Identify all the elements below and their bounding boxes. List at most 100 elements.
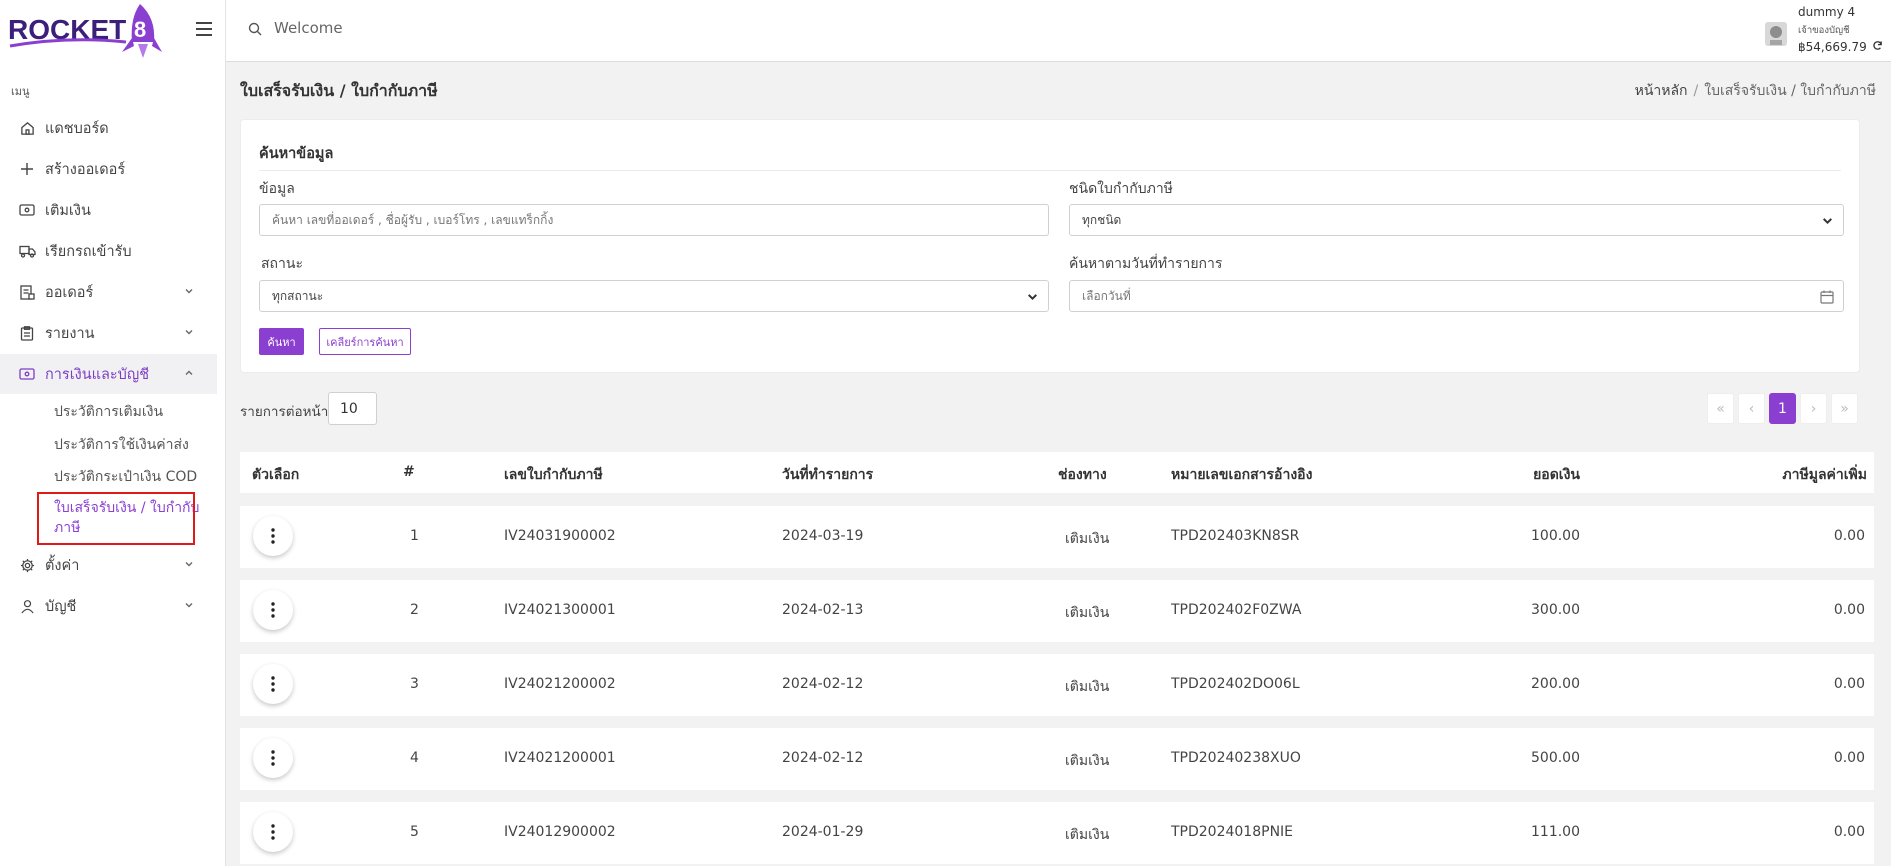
cell-amount: 500.00	[1531, 750, 1580, 766]
sidebar-subitem-shipping-history[interactable]: ประวัติการใช้เงินค่าส่ง	[54, 434, 189, 456]
svg-text:8: 8	[134, 17, 146, 42]
sidebar-item-label: ออเดอร์	[45, 284, 94, 301]
cell-channel: เติมเงิน	[1065, 605, 1110, 621]
sidebar-item-account[interactable]: บัญชี	[0, 586, 217, 626]
sidebar-item-label: เติมเงิน	[45, 202, 91, 219]
sidebar-item-dashboard[interactable]: แดชบอร์ด	[0, 108, 217, 148]
breadcrumb-current: ใบเสร็จรับเงิน / ใบกำกับภาษี	[1704, 83, 1876, 99]
tax-type-value: ทุกชนิด	[1082, 212, 1122, 227]
table-row: 5 IV24012900002 2024-01-29 เติมเงิน TPD2…	[240, 802, 1874, 864]
cell-date: 2024-02-12	[782, 750, 864, 766]
row-options-button[interactable]	[253, 590, 293, 630]
tax-type-select[interactable]: ทุกชนิด	[1069, 204, 1844, 236]
sidebar-item-create-order[interactable]: สร้างออเดอร์	[0, 149, 217, 189]
first-page-button[interactable]: «	[1707, 393, 1734, 424]
tax-type-label: ชนิดใบกำกับภาษี	[1069, 181, 1173, 197]
cell-channel: เติมเงิน	[1065, 679, 1110, 695]
sidebar-item-label: ตั้งค่า	[45, 557, 80, 574]
refresh-icon[interactable]	[1872, 40, 1883, 54]
cell-vat: 0.00	[1833, 824, 1865, 840]
sidebar-item-pickup[interactable]: เรียกรถเข้ารับ	[0, 231, 217, 271]
page-1-button[interactable]: 1	[1769, 393, 1796, 424]
cell-invoice-no: IV24021300001	[504, 602, 616, 618]
next-page-button[interactable]: ›	[1800, 393, 1827, 424]
menu-heading: เมนู	[11, 85, 30, 98]
cell-vat: 0.00	[1833, 676, 1865, 692]
cell-channel: เติมเงิน	[1065, 753, 1110, 769]
cell-amount: 300.00	[1531, 602, 1580, 618]
divider	[259, 170, 1841, 171]
search-card: ค้นหาข้อมูล ข้อมูล ค้นหา เลขที่ออเดอร์ ,…	[240, 119, 1860, 373]
prev-page-button[interactable]: ‹	[1738, 393, 1765, 424]
breadcrumb-home[interactable]: หน้าหลัก	[1635, 83, 1688, 99]
hamburger-menu-icon[interactable]	[196, 17, 212, 41]
sidebar-item-orders[interactable]: ออเดอร์	[0, 272, 217, 312]
date-label: ค้นหาตามวันที่ทำรายการ	[1069, 256, 1223, 272]
status-select[interactable]: ทุกสถานะ	[259, 280, 1049, 312]
search-input[interactable]: ค้นหา เลขที่ออเดอร์ , ชื่อผู้รับ , เบอร์…	[259, 204, 1049, 236]
cell-date: 2024-01-29	[782, 824, 864, 840]
search-welcome-text[interactable]: Welcome	[274, 19, 343, 37]
table-row: 2 IV24021300001 2024-02-13 เติมเงิน TPD2…	[240, 580, 1874, 642]
clear-search-button[interactable]: เคลียร์การค้นหา	[319, 328, 411, 355]
search-icon[interactable]	[248, 21, 262, 40]
sidebar-subitem-topup-history[interactable]: ประวัติการเติมเงิน	[54, 401, 163, 423]
clipboard-icon	[18, 324, 36, 342]
cell-index: 4	[410, 750, 419, 766]
data-field-label: ข้อมูล	[259, 181, 295, 197]
col-vat: ภาษีมูลค่าเพิ่ม	[1782, 467, 1867, 483]
cell-channel: เติมเงิน	[1065, 827, 1110, 843]
sidebar-item-reports[interactable]: รายงาน	[0, 313, 217, 353]
wallet-icon	[18, 201, 36, 219]
row-options-button[interactable]	[253, 516, 293, 556]
row-options-button[interactable]	[253, 738, 293, 778]
sidebar-item-settings[interactable]: ตั้งค่า	[0, 545, 217, 585]
balance-value: ฿54,669.79	[1798, 40, 1867, 54]
search-button[interactable]: ค้นหา	[259, 328, 304, 355]
col-amount: ยอดเงิน	[1533, 467, 1580, 483]
row-options-button[interactable]	[253, 664, 293, 704]
cell-reference: TPD202402F0ZWA	[1171, 602, 1302, 618]
user-name[interactable]: dummy 4	[1798, 5, 1855, 19]
per-page-label: รายการต่อหน้า	[240, 404, 329, 420]
chevron-down-icon	[183, 285, 197, 299]
rocket8-logo[interactable]: ROCKET 8	[8, 2, 178, 60]
sidebar: ROCKET 8 เมนู แดชบอร์ด สร้างออเดอร์ เติม…	[0, 0, 226, 866]
last-page-button[interactable]: »	[1831, 393, 1858, 424]
col-reference: หมายเลขเอกสารอ้างอิง	[1171, 467, 1313, 483]
table-row: 1 IV24031900002 2024-03-19 เติมเงิน TPD2…	[240, 506, 1874, 568]
status-value: ทุกสถานะ	[272, 288, 324, 303]
row-options-button[interactable]	[253, 812, 293, 852]
sidebar-item-label: แดชบอร์ด	[45, 120, 109, 137]
cell-date: 2024-02-13	[782, 602, 864, 618]
gear-icon	[18, 556, 36, 574]
col-invoice-no: เลขใบกำกับภาษี	[504, 467, 603, 483]
avatar[interactable]	[1761, 18, 1791, 48]
user-role: เจ้าของบัญชี	[1798, 25, 1850, 36]
sidebar-item-label: บัญชี	[45, 598, 77, 615]
topbar: Welcome dummy 4 เจ้าของบัญชี ฿54,669.79	[226, 0, 1891, 62]
sidebar-item-finance[interactable]: การเงินและบัญชี	[0, 354, 217, 394]
per-page-input[interactable]: 10	[328, 392, 377, 425]
table-header: ตัวเลือก # เลขใบกำกับภาษี วันที่ทำรายการ…	[240, 452, 1874, 493]
status-label: สถานะ	[261, 256, 303, 272]
pagination: « ‹ 1 › »	[1707, 393, 1858, 424]
date-picker-input[interactable]: เลือกวันที่	[1069, 280, 1844, 312]
cell-invoice-no: IV24031900002	[504, 528, 616, 544]
search-card-title: ค้นหาข้อมูล	[259, 146, 334, 162]
orders-icon	[18, 283, 36, 301]
chevron-down-icon	[183, 326, 197, 340]
sidebar-item-topup[interactable]: เติมเงิน	[0, 190, 217, 230]
cell-vat: 0.00	[1833, 750, 1865, 766]
col-options: ตัวเลือก	[252, 467, 300, 483]
breadcrumb: หน้าหลัก / ใบเสร็จรับเงิน / ใบกำกับภาษี	[1634, 83, 1876, 99]
truck-icon	[18, 242, 36, 260]
cell-amount: 111.00	[1531, 824, 1580, 840]
cell-invoice-no: IV24021200002	[504, 676, 616, 692]
sidebar-subitem-cod-wallet-history[interactable]: ประวัติกระเป๋าเงิน COD	[54, 466, 197, 488]
chevron-up-icon	[183, 367, 197, 381]
calendar-icon[interactable]	[1820, 290, 1834, 307]
cell-index: 2	[410, 602, 419, 618]
cell-amount: 200.00	[1531, 676, 1580, 692]
col-index: #	[403, 464, 415, 480]
